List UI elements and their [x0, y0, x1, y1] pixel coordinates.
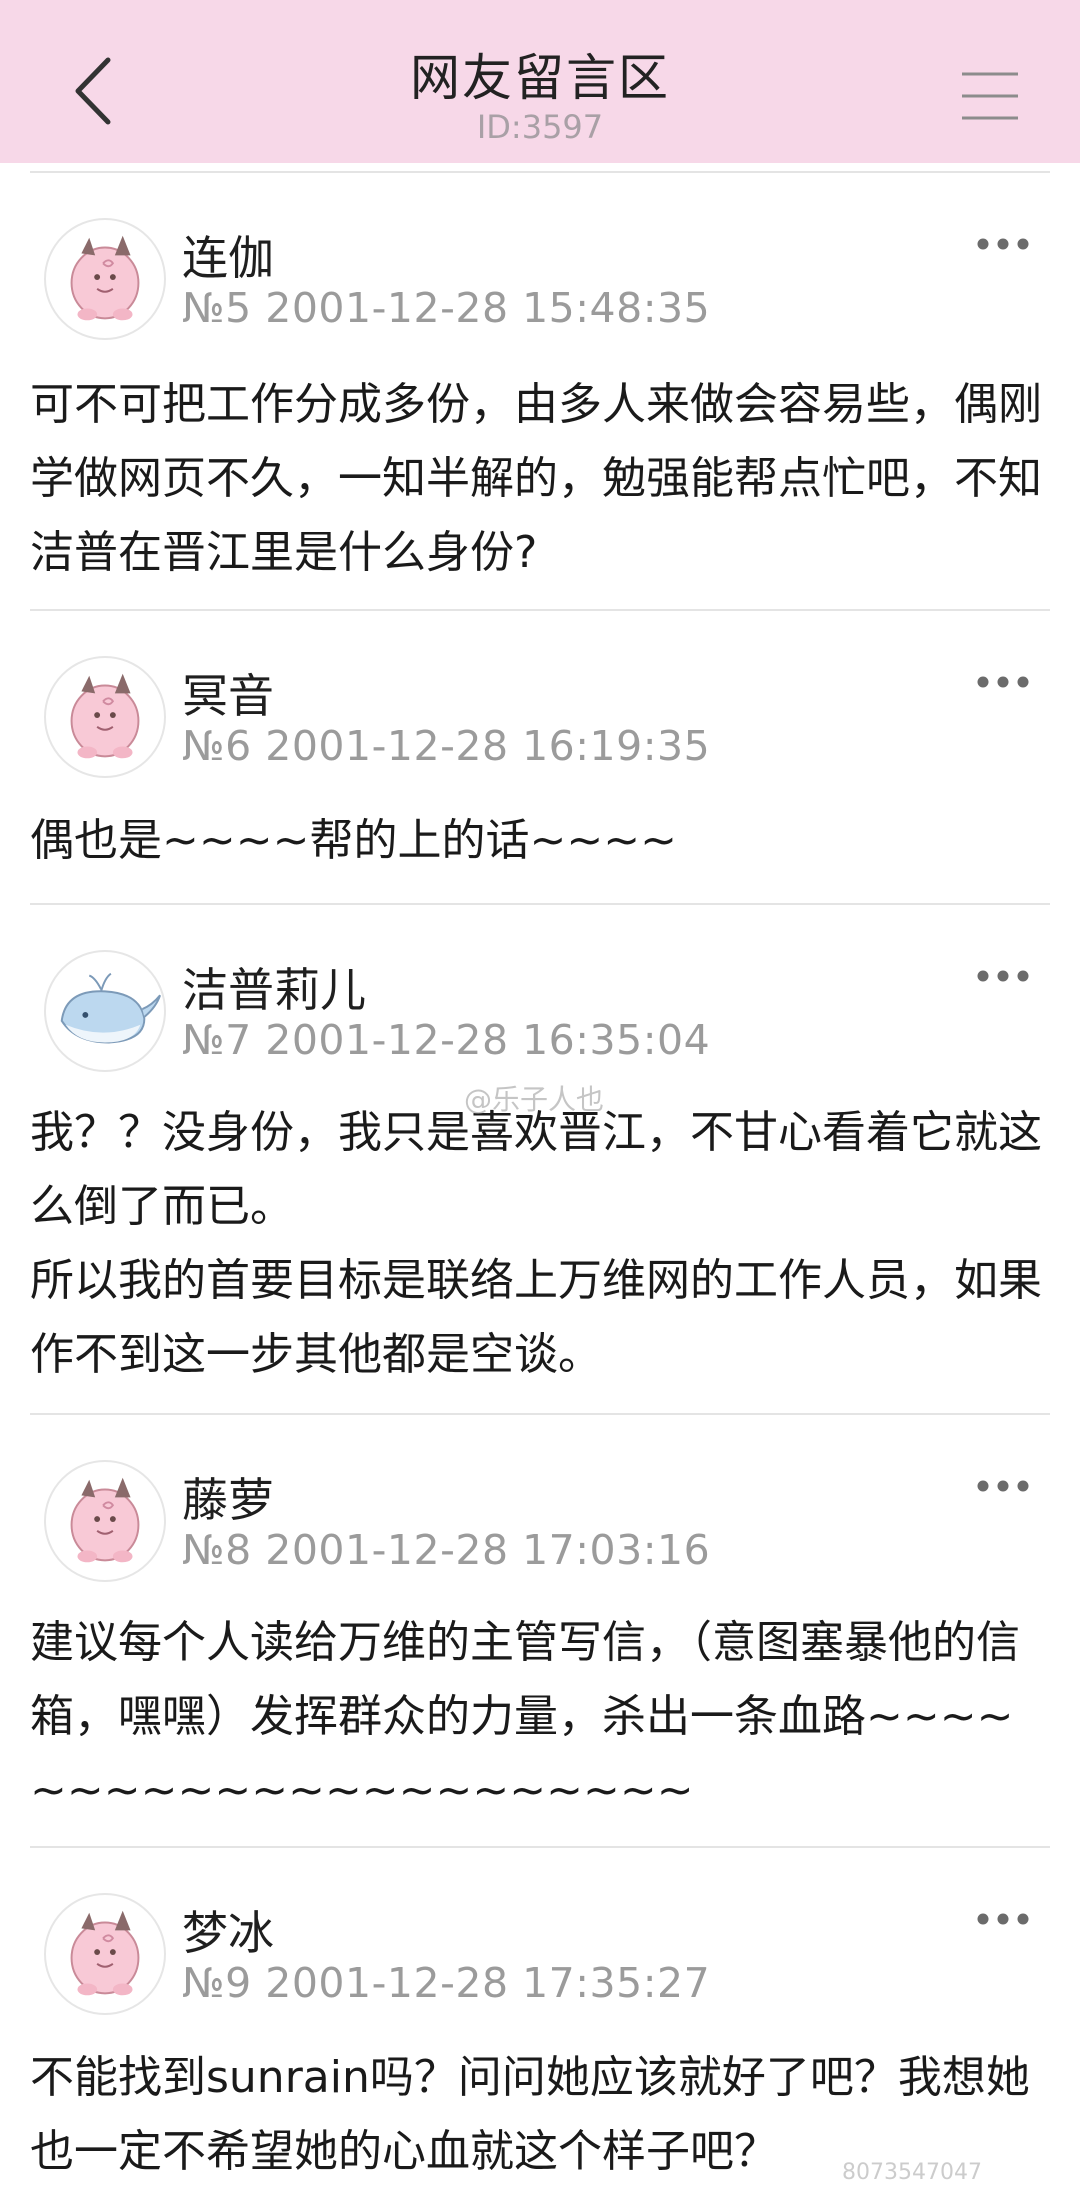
weibo-watermark: @乐子人也: [464, 1083, 605, 1116]
comment-meta: №9 2001-12-28 17:35:27: [182, 1959, 711, 2007]
comment-author[interactable]: 藤萝: [182, 1464, 274, 1530]
more-options-icon[interactable]: [974, 1476, 1032, 1496]
comment-author[interactable]: 连伽: [182, 222, 274, 288]
divider: [30, 609, 1050, 611]
more-options-icon[interactable]: [974, 1909, 1032, 1929]
pink-creature-icon[interactable]: [44, 656, 166, 778]
comment-author[interactable]: 梦冰: [182, 1897, 274, 1963]
divider: [30, 1846, 1050, 1848]
comment-text: 可不可把工作分成多份，由多人来做会容易些，偶刚学做网页不久，一知半解的，勉强能帮…: [30, 379, 1042, 578]
comment-author[interactable]: 洁普莉儿: [182, 954, 366, 1020]
more-options-icon[interactable]: [974, 966, 1032, 986]
thread-id: ID:3597: [476, 108, 604, 146]
comment-text: 偶也是~~~~帮的上的话~~~~: [30, 815, 677, 866]
divider: [30, 1413, 1050, 1415]
comment-meta: №8 2001-12-28 17:03:16: [182, 1526, 711, 1574]
page-title: 网友留言区: [410, 49, 670, 107]
blue-whale-icon[interactable]: [44, 950, 166, 1072]
comment-meta: №7 2001-12-28 16:35:04: [182, 1016, 711, 1064]
comment-meta: №5 2001-12-28 15:48:35: [182, 284, 711, 332]
top-bar: 网友留言区 ID:3597: [0, 0, 1080, 163]
pink-creature-icon[interactable]: [44, 1893, 166, 2015]
divider: [30, 171, 1050, 173]
menu-icon[interactable]: [958, 68, 1022, 124]
comment-text: 建议每个人读给万维的主管写信，（意图塞暴他的信箱，嘿嘿）发挥群众的力量，杀出一条…: [30, 1617, 1020, 1816]
more-options-icon[interactable]: [974, 672, 1032, 692]
pink-creature-icon[interactable]: [44, 1460, 166, 1582]
comment-author[interactable]: 冥音: [182, 660, 274, 726]
comment-meta: №6 2001-12-28 16:19:35: [182, 722, 711, 770]
pink-creature-icon[interactable]: [44, 218, 166, 340]
divider: [30, 903, 1050, 905]
corner-watermark: 8073547047: [842, 2160, 982, 2185]
comment-text: 我？？没身份，我只是喜欢晋江，不甘心看着它就这么倒了而已。 所以我的首要目标是联…: [30, 1107, 1042, 1380]
more-options-icon[interactable]: [974, 234, 1032, 254]
